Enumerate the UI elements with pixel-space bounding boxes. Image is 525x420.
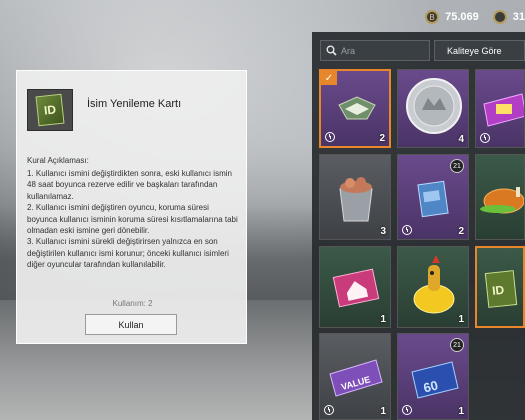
search-input[interactable]: Ara [320,40,430,61]
timer-icon [402,405,412,415]
inventory-item[interactable]: ID [475,246,525,328]
item-title: İsim Yenileme Kartı [87,98,182,110]
item-detail-card: ID İsim Yenileme Kartı Kural Açıklaması:… [16,70,247,344]
currency-bar: B 75.069 31 [425,6,525,28]
search-icon [326,45,337,56]
rule-item: 3. Kullanıcı ismini sürekli değiştirirse… [27,237,229,270]
item-count: 2 [379,133,385,144]
inventory-item[interactable]: ✓ 2 [319,69,391,148]
id-card-text: ID [491,283,505,298]
uc-coin-icon [492,10,507,24]
inventory-panel: Ara Kaliteye Göre ✓ 2 4 3 21 2 1 1 ID VA… [312,32,525,420]
rule-item: 2. Kullanıcı ismini değiştiren oyuncu, k… [27,203,238,236]
item-count: 1 [458,406,464,417]
item-icon-frame: ID [27,89,73,131]
id-card-icon: ID [35,93,65,127]
inventory-item[interactable]: 4 [397,69,469,148]
search-placeholder: Ara [341,45,356,56]
rules-text: 1. Kullanıcı ismini değiştirdikten sonra… [27,168,239,271]
use-button[interactable]: Kullan [85,314,177,335]
rule-item: 1. Kullanıcı ismini değiştirdikten sonra… [27,169,232,201]
currency-amount: 75.069 [445,11,479,23]
item-count: 1 [380,314,386,325]
inventory-item[interactable]: 21 2 [397,154,469,240]
sort-dropdown[interactable]: Kaliteye Göre [434,40,525,61]
timer-icon [324,405,334,415]
item-count: 3 [380,226,386,237]
item-count: 1 [380,406,386,417]
inventory-item[interactable]: 1 [397,246,469,328]
rules-heading: Kural Açıklaması: [27,156,89,165]
inventory-item[interactable] [475,154,525,240]
timer-icon [325,132,335,142]
roast-chicken-icon [480,187,524,214]
currency-amount-2: 31 [512,11,525,23]
inventory-item[interactable]: 1 [319,246,391,328]
inventory-item[interactable]: VALUE 1 [319,333,391,420]
item-count: 1 [458,314,464,325]
id-card-icon: ID [484,270,518,308]
item-count: 2 [458,226,464,237]
inventory-item[interactable]: 21 60 1 [397,333,469,420]
usage-count: Kullanım: 2 [112,299,153,308]
bp-coin-icon: B [425,10,440,24]
timer-icon [402,225,412,235]
item-count: 4 [458,134,464,145]
inventory-item[interactable]: 3 [319,154,391,240]
timer-icon [480,133,490,143]
inventory-item[interactable] [475,69,525,148]
